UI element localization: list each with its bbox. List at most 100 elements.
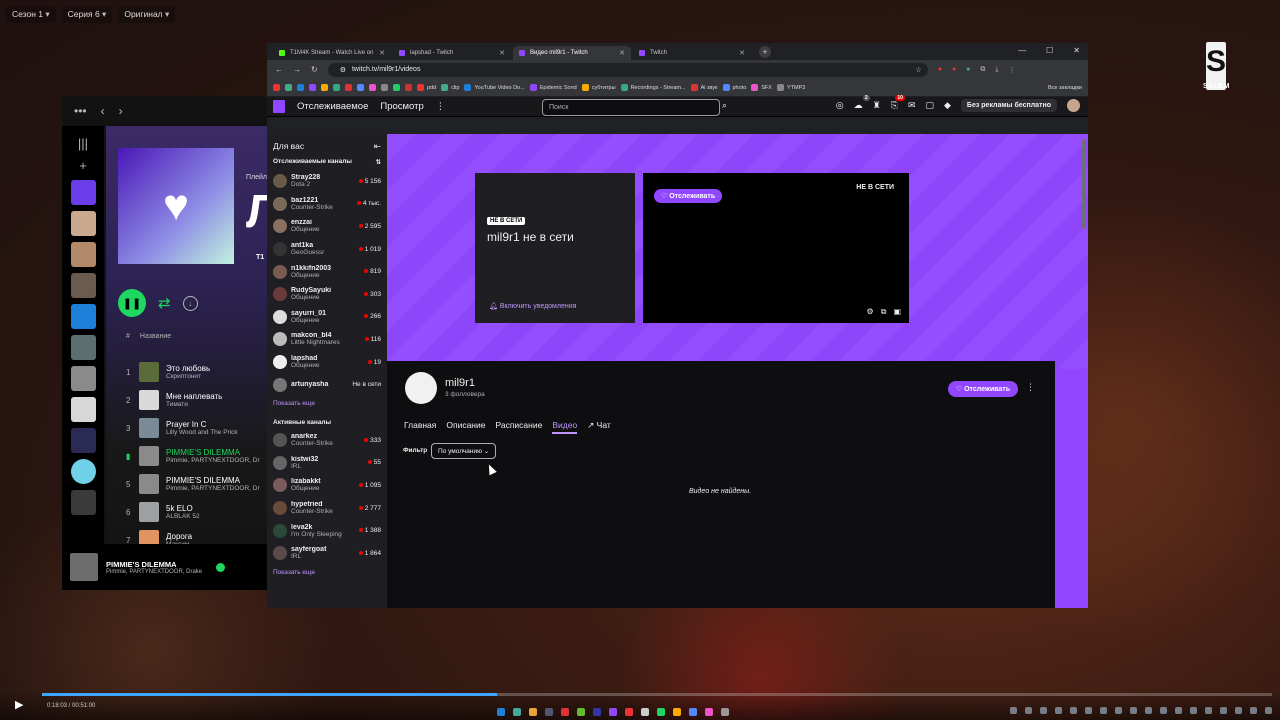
bookmark-icon[interactable] <box>309 84 316 91</box>
tray-icon[interactable] <box>1220 707 1227 714</box>
playlist-thumb[interactable] <box>70 459 96 484</box>
tab-4[interactable]: Видео <box>552 420 578 434</box>
bits-icon[interactable]: ◆ <box>944 100 951 111</box>
minimize-icon[interactable]: — <box>1018 46 1026 55</box>
track-row[interactable]: 6 5k ELO ALBLAK 52 <box>126 498 277 526</box>
close-tab-icon[interactable]: ✕ <box>499 49 505 57</box>
tab-1[interactable]: Главная <box>404 420 436 434</box>
scrollbar[interactable] <box>1082 139 1086 229</box>
settings-icon[interactable]: ⚙ <box>867 307 874 317</box>
reload-icon[interactable]: ↻ <box>311 65 318 74</box>
show-more-link[interactable]: Показать еще <box>267 565 387 580</box>
playlist-thumb[interactable] <box>70 211 96 236</box>
whispers-icon[interactable]: ✉ <box>908 100 916 111</box>
search-icon[interactable]: ⌕ <box>722 100 736 114</box>
tray-icon[interactable] <box>1250 707 1257 714</box>
now-playing-title[interactable]: PIMMIE'S DILEMMA <box>106 560 202 569</box>
download-icon[interactable]: ⤓ <box>995 66 998 74</box>
track-row[interactable]: 5 PIMMIE'S DILEMMA Pimmie, PARTYNEXTDOOR, … <box>126 470 277 498</box>
tab-3[interactable]: Расписание <box>495 420 542 434</box>
track-row[interactable]: 3 Prayer In C Lilly Wood and The Prick <box>126 414 277 442</box>
follow-button[interactable]: ♡ Отслеживать <box>947 381 1018 397</box>
bookmark-icon[interactable] <box>285 84 292 91</box>
track-title[interactable]: PIMMIE'S DILEMMA <box>166 476 260 485</box>
track-artist[interactable]: Тимати <box>166 401 222 408</box>
bookmark-item[interactable]: photo <box>722 84 746 91</box>
video-progress[interactable] <box>42 693 1272 696</box>
audio-select[interactable]: Оригинал <box>118 6 176 23</box>
app-icon[interactable] <box>593 708 601 716</box>
theatre-icon[interactable]: ▣ <box>893 307 901 317</box>
more-icon[interactable]: ⋮ <box>1026 382 1035 393</box>
bookmark-item[interactable]: SFX <box>751 84 772 91</box>
channel-item[interactable]: Stray228 Dota 2 5 156 <box>267 170 387 193</box>
bookmark-icon[interactable] <box>333 84 340 91</box>
download-icon[interactable]: ↓ <box>182 295 198 311</box>
bookmark-icon[interactable] <box>369 84 376 91</box>
close-tab-icon[interactable]: ✕ <box>619 49 625 57</box>
track-title[interactable]: Prayer In C <box>166 420 238 429</box>
tray-icon[interactable] <box>1085 707 1092 714</box>
more-icon[interactable]: ••• <box>74 104 87 118</box>
browser-tab[interactable]: T1M4K Stream - Watch Live on ✕ <box>273 46 391 60</box>
bookmark-item[interactable]: субтитры <box>581 84 616 91</box>
app-icon[interactable] <box>497 708 505 716</box>
follow-button[interactable]: ♡ Отслеживать <box>654 189 723 203</box>
app-icon[interactable] <box>513 708 521 716</box>
bookmark-item[interactable]: Epidemic Sond <box>529 84 577 91</box>
chat-icon[interactable]: ▢ <box>925 100 934 111</box>
tab-chat[interactable]: ↗ Чат <box>587 420 611 434</box>
address-bar[interactable]: ⚙ twitch.tv/mil9r1/videos ☆ <box>327 62 928 77</box>
app-icon[interactable] <box>689 708 697 716</box>
app-icon[interactable] <box>577 708 585 716</box>
playlist-thumb[interactable] <box>70 242 96 267</box>
bookmark-icon[interactable] <box>297 84 304 91</box>
collapse-icon[interactable]: ⇤ <box>374 141 381 152</box>
track-row[interactable]: 1 Это любовь Скриптонит <box>126 358 277 386</box>
bookmark-item[interactable]: Recordings - Stream... <box>620 84 686 91</box>
all-bookmarks[interactable]: Все закладки <box>1048 85 1082 91</box>
nav-browse[interactable]: Просмотр <box>380 101 423 112</box>
track-artist[interactable]: Lilly Wood and The Prick <box>166 429 238 436</box>
channel-name[interactable]: mil9r1 <box>445 377 475 389</box>
tray-icon[interactable] <box>1160 707 1167 714</box>
browser-tab[interactable]: lapshad - Twitch ✕ <box>393 46 511 60</box>
now-playing-artist[interactable]: Pimmie, PARTYNEXTDOOR, Drake <box>106 569 202 575</box>
video-player[interactable]: ♡ Отслеживать НЕ В СЕТИ ⚙ ⧉ ▣ <box>643 173 909 323</box>
channel-item[interactable]: anarkez Counter-Strike 333 <box>267 429 387 452</box>
drops-icon[interactable]: ◎ <box>836 100 844 111</box>
close-tab-icon[interactable]: ✕ <box>379 49 385 57</box>
forward-icon[interactable]: → <box>293 65 301 74</box>
tab-2[interactable]: Описание <box>446 420 485 434</box>
extension-icon[interactable]: ● <box>938 66 942 74</box>
bookmark-item[interactable]: YouTube Video Do... <box>464 84 525 91</box>
maximize-icon[interactable]: ☐ <box>1046 46 1053 55</box>
track-row[interactable]: 2 Мне наплевать Тимати <box>126 386 277 414</box>
back-icon[interactable]: ‹ <box>101 104 105 118</box>
bookmark-item[interactable]: clip <box>441 84 459 91</box>
tray-icon[interactable] <box>1100 707 1107 714</box>
app-icon[interactable] <box>721 708 729 716</box>
bookmark-item[interactable]: YTMP3 <box>776 84 805 91</box>
inbox-icon[interactable]: ⎘ 10 <box>891 95 905 111</box>
channel-item[interactable]: ant1ka GeoGuessr 1 019 <box>267 238 387 261</box>
bookmark-icon[interactable] <box>393 84 400 91</box>
menu-icon[interactable]: ⋮ <box>1009 66 1016 74</box>
sort-icon[interactable]: ⇅ <box>376 158 381 166</box>
app-icon[interactable] <box>545 708 553 716</box>
close-icon[interactable]: ✕ <box>1073 46 1080 55</box>
tray-icon[interactable] <box>1235 707 1242 714</box>
tray-icon[interactable] <box>1265 707 1272 714</box>
extension-icon[interactable]: ● <box>966 66 970 74</box>
browser-tab[interactable]: Видео mil9r1 - Twitch ✕ <box>513 46 631 60</box>
bookmark-icon[interactable] <box>321 84 328 91</box>
bookmark-icon[interactable] <box>345 84 352 91</box>
track-title[interactable]: Мне наплевать <box>166 392 222 401</box>
playlist-thumb[interactable] <box>70 335 96 360</box>
tray-icon[interactable] <box>1190 707 1197 714</box>
no-ads-button[interactable]: Без рекламы бесплатно <box>960 99 1057 112</box>
shuffle-icon[interactable]: ⇄ <box>158 294 171 312</box>
channel-item[interactable]: artunyasha Не в сети <box>267 373 387 396</box>
playlist-thumb[interactable] <box>70 366 96 391</box>
channel-item[interactable]: n1kkifn2003 Общение 819 <box>267 260 387 283</box>
